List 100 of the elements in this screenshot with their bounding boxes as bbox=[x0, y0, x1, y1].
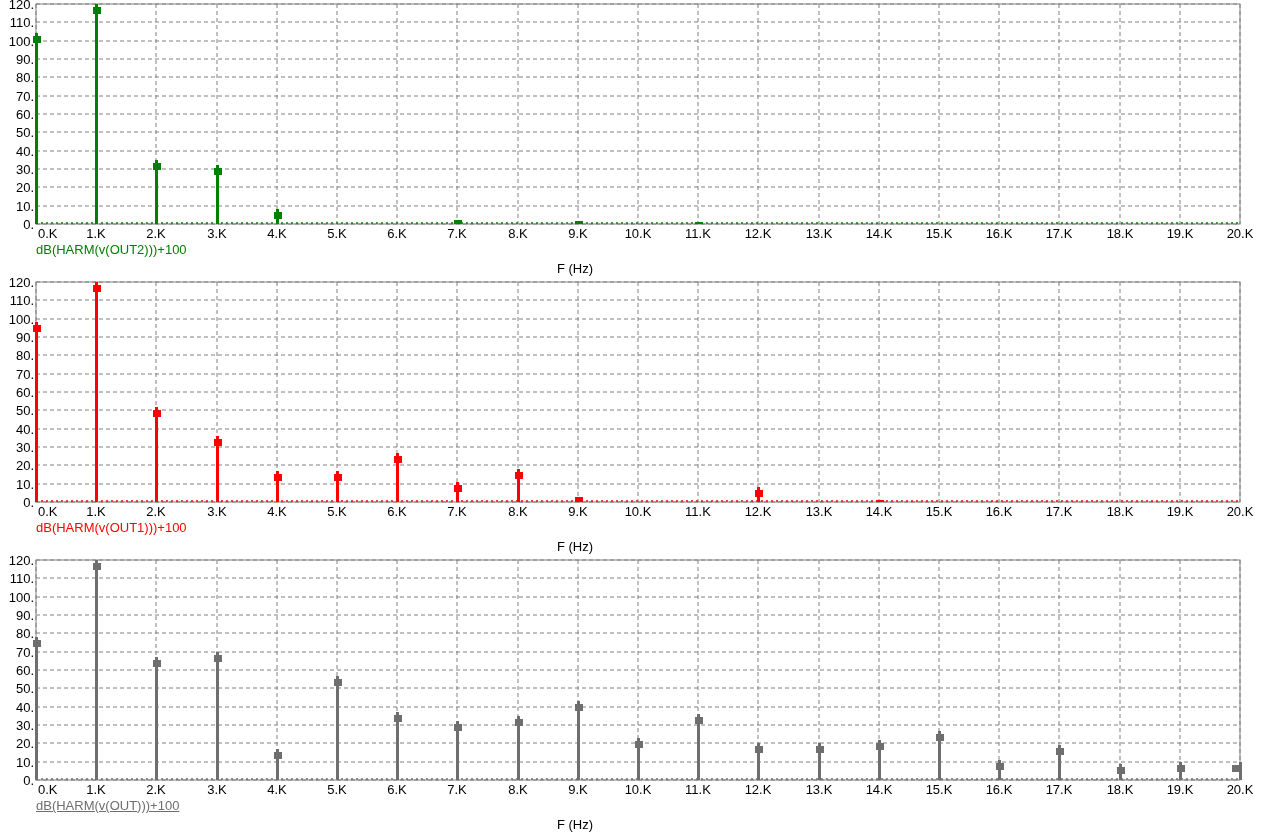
y-tick-label: 70. bbox=[15, 645, 34, 660]
harmonic-stem bbox=[396, 712, 399, 780]
y-tick-label: 120. bbox=[8, 0, 34, 12]
harmonic-stem bbox=[695, 222, 703, 224]
harmonic-stem bbox=[456, 482, 459, 502]
x-tick-label: 15.K bbox=[925, 782, 953, 796]
y-tick-label: 0. bbox=[23, 217, 34, 232]
x-tick-label: 0.K bbox=[38, 782, 58, 796]
x-tick-label: 19.K bbox=[1166, 782, 1194, 796]
harmonic-stem bbox=[396, 453, 399, 502]
harmonic-stem bbox=[876, 500, 884, 502]
x-tick-label: 4.K bbox=[267, 226, 287, 240]
y-tick-label: 100. bbox=[8, 312, 34, 327]
x-tick-label: 0.K bbox=[38, 504, 58, 518]
x-tick-label: 17.K bbox=[1045, 504, 1073, 518]
trace-legend: dB(HARM(v(OUT)))+100 bbox=[36, 798, 180, 813]
harmonic-stem bbox=[336, 471, 339, 502]
x-tick-label: 6.K bbox=[387, 504, 407, 518]
y-tick-label: 80. bbox=[15, 626, 34, 641]
x-tick-label: 9.K bbox=[568, 504, 588, 518]
x-tick-label: 9.K bbox=[568, 226, 588, 240]
y-tick-label: 40. bbox=[15, 422, 34, 437]
y-tick-label: 0. bbox=[23, 773, 34, 788]
x-axis-title: F (Hz) bbox=[556, 539, 594, 554]
x-axis-title: F (Hz) bbox=[556, 817, 594, 832]
x-tick-label: 10.K bbox=[624, 226, 652, 240]
y-tick-label: 60. bbox=[15, 385, 34, 400]
y-tick-label: 20. bbox=[15, 180, 34, 195]
y-tick-label: 20. bbox=[15, 736, 34, 751]
x-tick-label: 12.K bbox=[744, 226, 772, 240]
x-tick-label: 13.K bbox=[805, 504, 833, 518]
x-tick-label: 14.K bbox=[865, 226, 893, 240]
harmonic-stem bbox=[456, 721, 459, 780]
y-tick-label: 40. bbox=[15, 700, 34, 715]
y-tick-label: 40. bbox=[15, 144, 34, 159]
x-tick-label: 12.K bbox=[744, 504, 772, 518]
x-tick-label: 18.K bbox=[1106, 226, 1134, 240]
x-tick-label: 12.K bbox=[744, 782, 772, 796]
x-tick-label: 8.K bbox=[508, 226, 528, 240]
y-tick-label: 70. bbox=[15, 367, 34, 382]
x-tick-label: 4.K bbox=[267, 504, 287, 518]
x-tick-label: 11.K bbox=[685, 226, 711, 240]
x-tick-label: 18.K bbox=[1106, 782, 1134, 796]
x-tick-label: 3.K bbox=[207, 504, 227, 518]
y-tick-label: 110. bbox=[9, 293, 34, 308]
x-tick-label: 16.K bbox=[985, 226, 1013, 240]
harmonic-stem bbox=[276, 471, 279, 502]
trace-legend: dB(HARM(v(OUT1)))+100 bbox=[36, 520, 187, 535]
y-tick-label: 10. bbox=[15, 755, 34, 770]
x-tick-label: 10.K bbox=[624, 504, 652, 518]
x-tick-label: 13.K bbox=[805, 226, 833, 240]
x-tick-label: 11.K bbox=[685, 782, 711, 796]
harmonic-stem bbox=[575, 221, 583, 224]
x-tick-label: 2.K bbox=[146, 504, 166, 518]
x-tick-label: 14.K bbox=[865, 782, 893, 796]
x-tick-label: 17.K bbox=[1045, 782, 1073, 796]
x-axis-title: F (Hz) bbox=[556, 261, 594, 276]
harmonic-stem bbox=[216, 165, 219, 224]
x-tick-label: 5.K bbox=[327, 782, 347, 796]
x-tick-label: 8.K bbox=[508, 782, 528, 796]
y-tick-label: 60. bbox=[15, 663, 34, 678]
x-tick-label: 8.K bbox=[508, 504, 528, 518]
y-tick-label: 10. bbox=[15, 199, 34, 214]
y-tick-label: 110. bbox=[9, 15, 34, 30]
y-tick-label: 20. bbox=[15, 458, 34, 473]
x-tick-label: 19.K bbox=[1166, 226, 1194, 240]
x-tick-label: 5.K bbox=[327, 504, 347, 518]
x-tick-label: 6.K bbox=[387, 226, 407, 240]
x-tick-label: 14.K bbox=[865, 504, 893, 518]
y-tick-label: 80. bbox=[15, 348, 34, 363]
harmonic-stem bbox=[575, 497, 583, 502]
x-tick-label: 20.K bbox=[1226, 504, 1254, 518]
y-tick-label: 100. bbox=[8, 590, 34, 605]
y-tick-label: 90. bbox=[15, 330, 34, 345]
y-tick-label: 60. bbox=[15, 107, 34, 122]
y-tick-label: 10. bbox=[15, 477, 34, 492]
y-tick-label: 120. bbox=[8, 278, 34, 290]
y-tick-label: 30. bbox=[15, 440, 34, 455]
y-tick-label: 50. bbox=[15, 125, 34, 140]
harmonic-stem bbox=[216, 436, 219, 502]
y-tick-label: 90. bbox=[15, 52, 34, 67]
x-tick-label: 3.K bbox=[207, 782, 227, 796]
x-tick-label: 15.K bbox=[925, 226, 953, 240]
x-tick-label: 1.K bbox=[86, 226, 106, 240]
x-tick-label: 7.K bbox=[447, 226, 467, 240]
x-tick-label: 16.K bbox=[985, 782, 1013, 796]
y-tick-label: 120. bbox=[8, 556, 34, 568]
x-tick-label: 7.K bbox=[447, 782, 467, 796]
x-tick-label: 18.K bbox=[1106, 504, 1134, 518]
x-tick-label: 7.K bbox=[447, 504, 467, 518]
x-tick-label: 5.K bbox=[327, 226, 347, 240]
x-tick-label: 19.K bbox=[1166, 504, 1194, 518]
y-tick-label: 30. bbox=[15, 162, 34, 177]
y-tick-label: 80. bbox=[15, 70, 34, 85]
x-tick-label: 15.K bbox=[925, 504, 953, 518]
harmonic-stem bbox=[276, 749, 279, 780]
x-tick-label: 16.K bbox=[985, 504, 1013, 518]
x-tick-label: 17.K bbox=[1045, 226, 1073, 240]
y-tick-label: 100. bbox=[8, 34, 34, 49]
harmonic-stem bbox=[276, 209, 279, 224]
